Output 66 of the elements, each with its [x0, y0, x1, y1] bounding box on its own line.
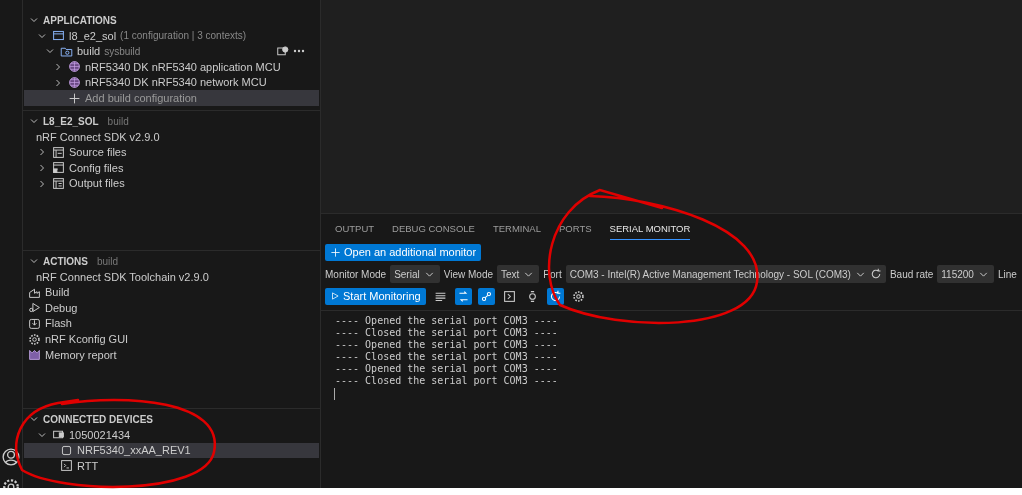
more-icon[interactable] [293, 49, 305, 54]
globe-icon [68, 60, 81, 74]
open-monitor-button[interactable]: Open an additional monitor [325, 244, 482, 261]
console-line: ---- Opened the serial port COM3 ---- [335, 339, 559, 351]
terminal-icon [60, 459, 73, 473]
plus-icon [330, 247, 341, 258]
field-label: Line [997, 267, 1017, 282]
tree-item[interactable]: Output files [24, 175, 319, 192]
tree-text: nRF Connect SDK v2.9.0 [35, 129, 161, 145]
panel-tab[interactable]: SERIAL MONITOR [609, 220, 691, 240]
start-monitoring-button[interactable]: Start Monitoring [325, 287, 426, 305]
text-cursor [334, 388, 335, 400]
dropdown[interactable]: 115200 [937, 265, 994, 283]
console-line: ---- Closed the serial port COM3 ---- [335, 375, 559, 387]
tree-item[interactable]: RTT [24, 458, 319, 474]
tree-item[interactable]: Config files [24, 160, 319, 176]
panel-tab[interactable]: DEBUG CONSOLE [392, 220, 475, 240]
debug-icon [28, 301, 41, 315]
section-header[interactable]: APPLICATIONS [24, 12, 319, 28]
tree-item[interactable]: Build [24, 284, 319, 301]
file-tree-icon [52, 177, 65, 191]
chip-icon [60, 443, 73, 457]
tree-item[interactable]: NRF5340_xxAA_REV1 [24, 442, 319, 459]
tree-item[interactable]: l8_e2_sol (1 configuration | 3 contexts) [24, 28, 319, 44]
globe-icon [68, 76, 81, 90]
tree-item[interactable]: Flash [24, 315, 319, 332]
console-line: ---- Closed the serial port COM3 ---- [335, 351, 559, 363]
link-icon[interactable] [477, 287, 495, 305]
panel-tab[interactable]: TERMINAL [492, 220, 541, 240]
tree-item[interactable]: build sysbuild [24, 43, 319, 60]
play-icon [330, 291, 340, 301]
tree-item[interactable]: nRF5340 DK nRF5340 application MCU [24, 59, 319, 75]
file-tree-icon [52, 145, 65, 159]
settings-icon [28, 332, 41, 346]
swap-icon[interactable] [454, 287, 472, 305]
field-label: Baud rate [889, 267, 934, 282]
tree-item[interactable]: 1050021434 [24, 427, 319, 443]
panel-tab[interactable]: OUTPUT [335, 220, 375, 240]
settings-icon[interactable] [2, 478, 20, 488]
tree-item[interactable]: Memory report [24, 346, 319, 363]
console-line: ---- Closed the serial port COM3 ---- [335, 327, 559, 339]
dropdown[interactable]: Text [497, 265, 540, 283]
tree-item[interactable]: Source files [24, 144, 319, 161]
tree-item[interactable]: nRF Kconfig GUI [24, 331, 319, 347]
console-line: ---- Opened the serial port COM3 ---- [335, 363, 559, 375]
field-label: View Mode [443, 267, 493, 282]
flash-icon [28, 317, 41, 331]
section-header[interactable]: CONNECTED DEVICES [24, 411, 319, 427]
tree-item[interactable]: Add build configuration [24, 90, 319, 106]
section-header[interactable]: ACTIONS build [24, 253, 319, 269]
tree-item[interactable]: nRF5340 DK nRF5340 network MCU [24, 74, 319, 91]
dropdown[interactable]: Serial [390, 265, 440, 283]
tree-text: nRF Connect SDK Toolchain v2.9.0 [35, 269, 210, 285]
chart-icon [28, 348, 41, 362]
gear-box-icon[interactable] [277, 45, 289, 58]
field-label: Monitor Mode [325, 267, 387, 282]
console-line: ---- Opened the serial port COM3 ---- [335, 315, 559, 327]
refresh-icon[interactable] [869, 268, 882, 280]
build-icon [28, 285, 41, 299]
panel-tab[interactable]: PORTS [559, 220, 592, 240]
file-tree-icon [52, 161, 65, 175]
section-header[interactable]: L8_E2_SOL build [24, 113, 319, 129]
plus-icon [68, 91, 81, 105]
tree-item[interactable]: Debug [24, 300, 319, 316]
account-icon [2, 448, 20, 466]
window-icon [52, 29, 65, 43]
